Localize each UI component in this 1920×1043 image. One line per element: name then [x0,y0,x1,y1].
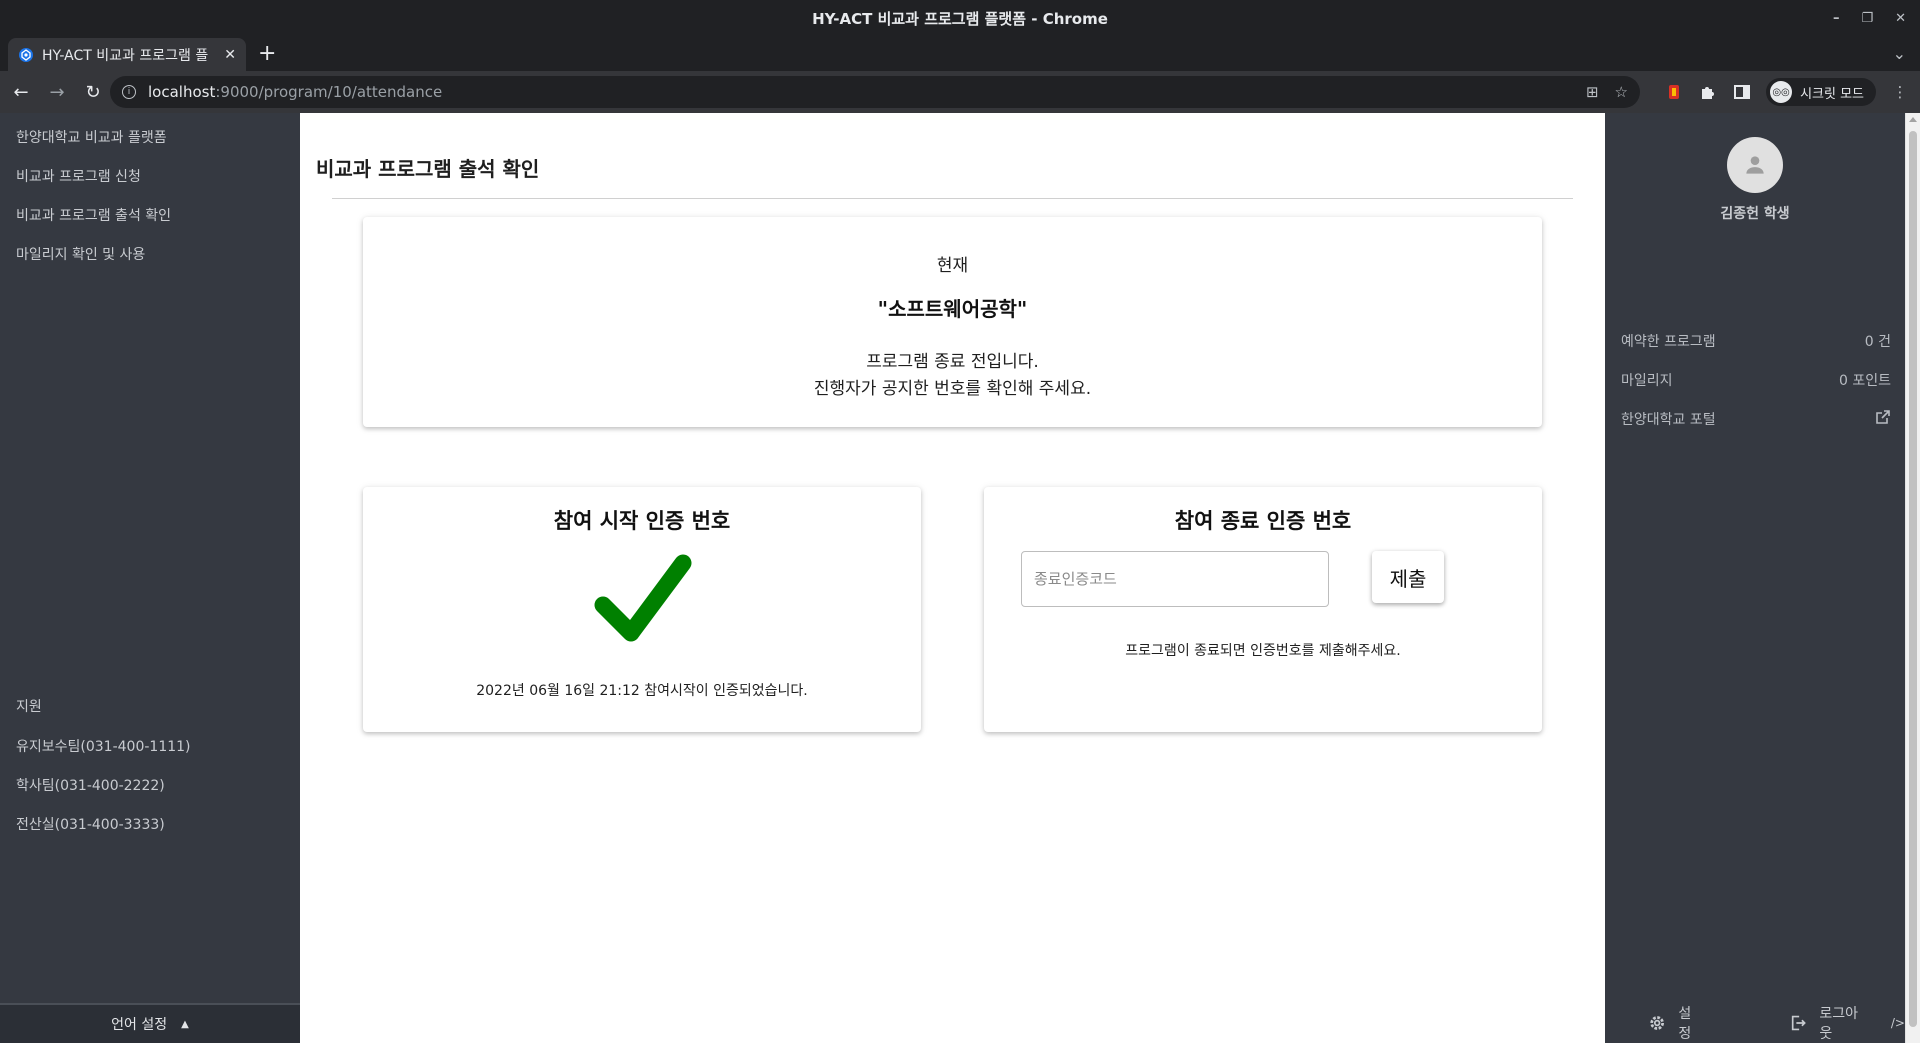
avatar[interactable] [1727,137,1783,193]
tab-search-icon[interactable]: ⌄ [1893,44,1906,63]
bookmark-star-icon[interactable]: ☆ [1615,83,1628,101]
program-name: "소프트웨어공학" [877,297,1028,321]
incognito-profile-chip[interactable]: ◎◎ 시크릿 모드 [1766,78,1876,106]
browser-tab-active[interactable]: HY-ACT 비교과 프로그램 플 ✕ [8,38,246,71]
page-scrollbar[interactable] [1905,113,1920,1043]
main-content: 비교과 프로그램 출석 확인 현재 "소프트웨어공학" 프로그램 종료 전입니다… [300,113,1605,1043]
end-auth-title: 참여 종료 인증 번호 [1174,509,1352,533]
url-path: :9000/program/10/attendance [215,83,443,101]
chrome-menu-icon[interactable]: ⋮ [1890,82,1910,102]
start-auth-message: 2022년 06월 16일 21:12 참여시작이 인증되었습니다. [476,683,808,699]
reserved-programs-value: 0 건 [1864,334,1891,350]
site-favicon-icon [19,47,33,62]
back-button[interactable]: ← [6,77,36,107]
submit-button[interactable]: 제출 [1372,551,1444,603]
window-title: HY-ACT 비교과 프로그램 플랫폼 - Chrome [812,9,1108,28]
support-academic-team[interactable]: 학사팀(031-400-2222) [16,775,165,795]
window-titlebar: HY-ACT 비교과 프로그램 플랫폼 - Chrome – ❐ ✕ [0,0,1920,36]
nav-item-attendance[interactable]: 비교과 프로그램 출석 확인 [16,205,171,225]
scroll-up-arrow-icon[interactable] [1909,117,1917,122]
url-host: localhost [148,83,216,101]
start-auth-card: 참여 시작 인증 번호 2022년 06월 16일 21:12 참여시작이 인증… [363,487,921,732]
left-sidebar: 한양대학교 비교과 플랫폼 비교과 프로그램 신청 비교과 프로그램 출석 확인… [0,113,300,1043]
settings-button[interactable]: 설정 [1648,1003,1702,1043]
incognito-label: 시크릿 모드 [1800,86,1864,102]
mileage-value: 0 포인트 [1839,373,1891,389]
nav-item-platform-home[interactable]: 한양대학교 비교과 플랫폼 [16,127,167,147]
restore-icon[interactable]: ❐ [1861,11,1873,26]
support-heading: 지원 [16,699,42,715]
language-settings-button[interactable]: 언어 설정 ▲ [0,1003,300,1043]
status-message-line1: 프로그램 종료 전입니다. [866,352,1039,372]
tab-title: HY-ACT 비교과 프로그램 플 [42,47,209,64]
program-status-card: 현재 "소프트웨어공학" 프로그램 종료 전입니다. 진행자가 공지한 번호를 … [363,217,1542,427]
mileage-row[interactable]: 마일리지 0 포인트 [1621,370,1891,390]
status-current-label: 현재 [936,256,969,276]
page-title: 비교과 프로그램 출석 확인 [316,157,540,181]
reserved-programs-label: 예약한 프로그램 [1621,334,1716,350]
address-bar[interactable]: i localhost:9000/program/10/attendance ⊞… [110,76,1640,108]
user-name: 김종헌 학생 [1720,206,1790,222]
panel-bottom-actions: 설정 로그아웃 /> [1605,1003,1905,1043]
external-link-icon [1876,410,1890,424]
side-panel-icon[interactable] [1732,82,1752,102]
browser-toolbar: ← → ↻ i localhost:9000/program/10/attend… [0,71,1920,113]
nav-item-mileage[interactable]: 마일리지 확인 및 사용 [16,244,145,264]
tab-strip: HY-ACT 비교과 프로그램 플 ✕ + ⌄ [0,36,1920,71]
status-message-line2: 진행자가 공지한 번호를 확인해 주세요. [813,379,1092,399]
logout-icon [1791,1015,1806,1031]
portal-label: 한양대학교 포털 [1621,412,1716,428]
caret-up-icon: ▲ [181,1018,189,1030]
start-auth-title: 참여 시작 인증 번호 [553,509,731,533]
close-window-icon[interactable]: ✕ [1895,11,1906,26]
toolbar-actions: ◎◎ 시크릿 모드 ⋮ [1664,76,1910,108]
user-icon [1746,156,1764,174]
end-auth-message: 프로그램이 종료되면 인증번호를 제출해주세요. [1125,643,1401,659]
page-viewport: 한양대학교 비교과 플랫폼 비교과 프로그램 신청 비교과 프로그램 출석 확인… [0,113,1920,1043]
new-tab-button[interactable]: + [258,41,276,66]
portal-link-row[interactable]: 한양대학교 포털 [1621,409,1891,429]
extensions-puzzle-icon[interactable] [1698,82,1718,102]
nav-item-program-apply[interactable]: 비교과 프로그램 신청 [16,166,141,186]
end-auth-card: 참여 종료 인증 번호 제출 프로그램이 종료되면 인증번호를 제출해주세요. [984,487,1542,732]
language-label: 언어 설정 [111,1017,168,1033]
right-user-panel: 김종헌 학생 예약한 프로그램 0 건 마일리지 0 포인트 한양대학교 포털 … [1605,113,1905,1043]
site-info-icon[interactable]: i [122,85,136,99]
settings-label: 설정 [1678,1006,1692,1042]
logout-label: 로그아웃 [1819,1006,1858,1042]
translate-icon[interactable]: ⊞ [1586,83,1599,101]
end-code-input[interactable] [1021,551,1329,607]
scrollbar-thumb[interactable] [1909,131,1917,1027]
support-computing-center[interactable]: 전산실(031-400-3333) [16,814,165,834]
support-maintenance-team[interactable]: 유지보수팀(031-400-1111) [16,736,191,756]
gear-icon [1650,1016,1665,1030]
title-divider [332,198,1573,199]
collapse-panel-button[interactable]: /> [1891,1016,1905,1030]
reserved-programs-row[interactable]: 예약한 프로그램 0 건 [1621,331,1891,351]
forward-button[interactable]: → [42,77,72,107]
minimize-icon[interactable]: – [1833,11,1840,26]
mileage-label: 마일리지 [1621,373,1673,389]
extension-red-icon[interactable] [1664,82,1684,102]
check-icon [594,554,692,642]
logout-button[interactable]: 로그아웃 [1789,1003,1867,1043]
incognito-icon: ◎◎ [1770,81,1793,103]
reload-button[interactable]: ↻ [78,77,108,107]
window-controls: – ❐ ✕ [1833,0,1906,36]
tab-close-icon[interactable]: ✕ [224,47,236,63]
